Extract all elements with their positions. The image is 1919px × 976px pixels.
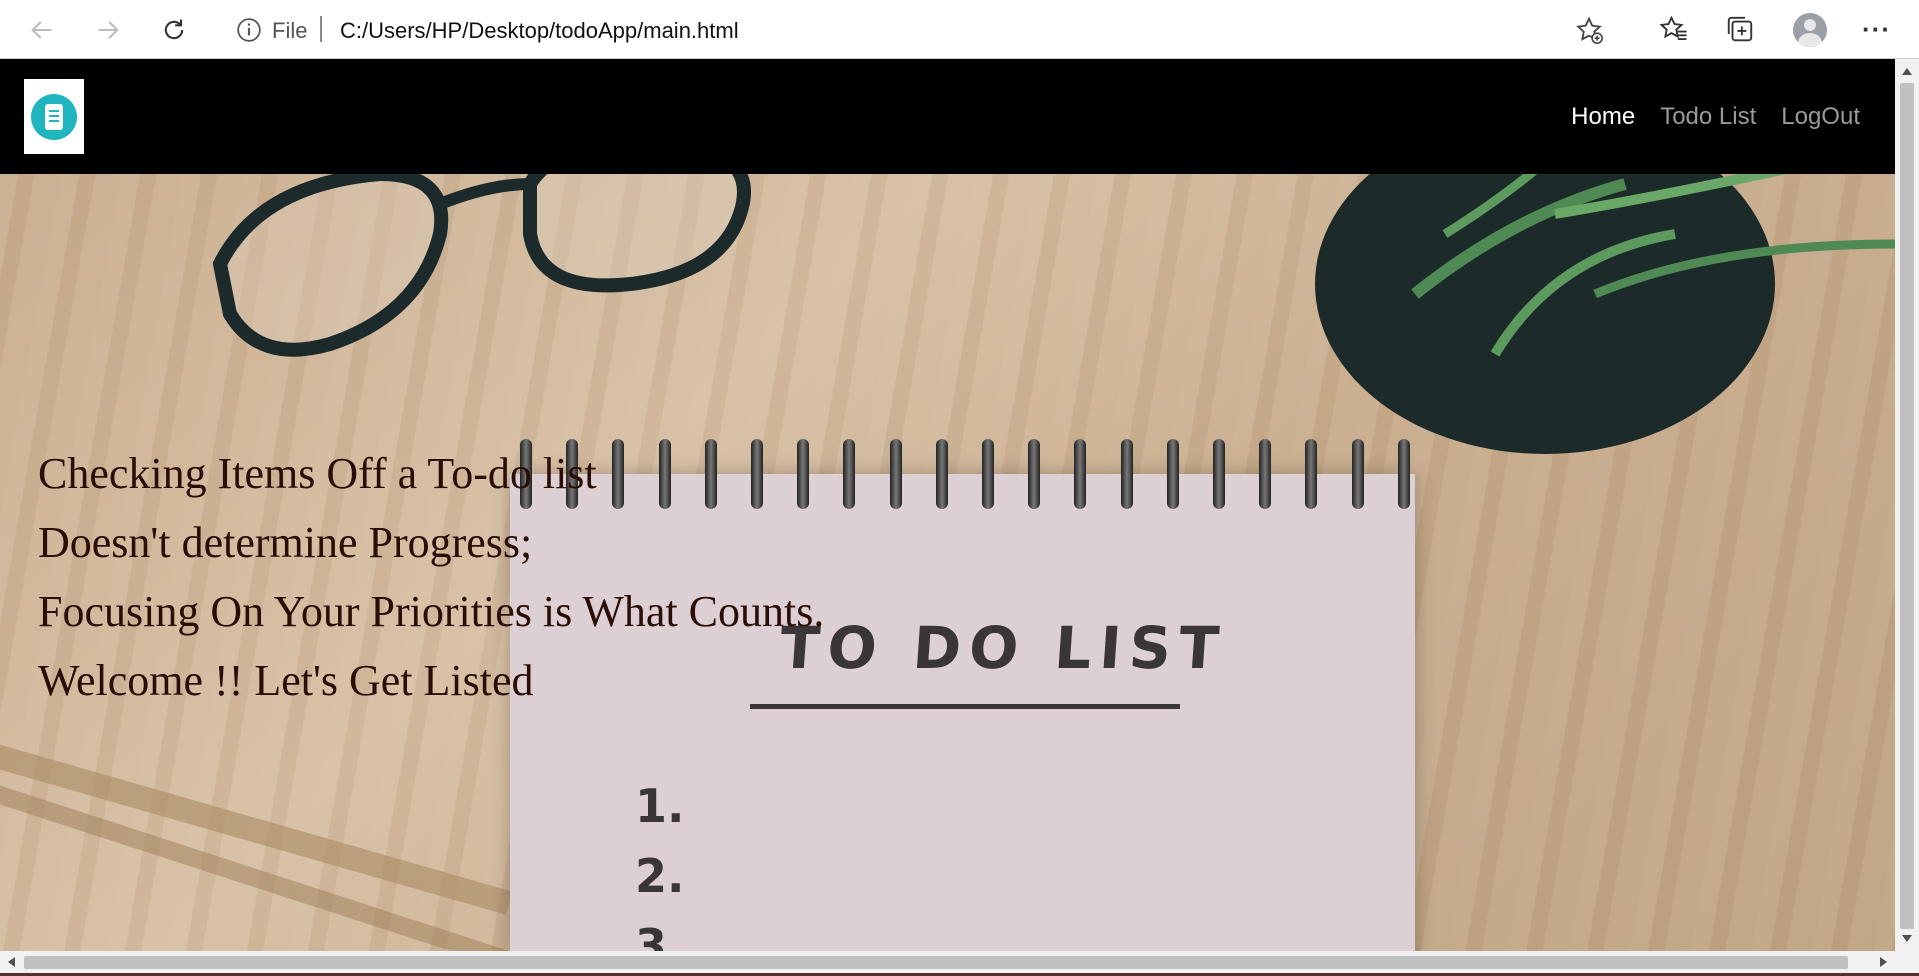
arrow-right-icon [98,21,119,39]
plant-image [1315,174,1895,454]
more-options-icon[interactable]: ··· [1862,14,1891,45]
refresh-icon [164,19,184,40]
notepad-icon [31,93,77,140]
refresh-button[interactable] [154,10,194,50]
horizontal-scrollbar[interactable] [0,951,1895,973]
nav-link-home[interactable]: Home [1571,103,1635,131]
nav-links: Home Todo List LogOut [1571,103,1860,131]
profile-avatar[interactable] [1793,13,1827,47]
hero-quote: Checking Items Off a To-do list Doesn't … [38,439,824,715]
hero-line-2: Doesn't determine Progress; [38,518,533,567]
scrollbar-corner [1895,951,1919,973]
hero-banner: TO DO LIST 1. 2. 3. Checking Items Off a… [0,174,1895,951]
vertical-scroll-thumb[interactable] [1900,83,1914,929]
forward-button[interactable] [88,10,128,50]
scroll-left-arrow-icon[interactable] [8,957,15,967]
scroll-right-arrow-icon[interactable] [1880,957,1887,967]
favorites-button[interactable] [1657,12,1691,46]
favorites-star-icon [1659,15,1687,40]
back-button[interactable] [22,10,62,50]
url-text[interactable]: C:/Users/HP/Desktop/todoApp/main.html [340,18,739,44]
address-prefix: File [272,18,308,43]
collections-button[interactable] [1723,12,1757,46]
arrow-left-icon [31,21,52,39]
notebook-item-2: 2. [635,849,685,903]
hero-welcome: Welcome !! Let's Get Listed [38,656,534,705]
hero-line-1: Checking Items Off a To-do list [38,449,597,498]
nav-link-logout[interactable]: LogOut [1781,103,1860,131]
info-icon[interactable] [236,17,262,43]
scroll-up-arrow-icon[interactable] [1902,68,1912,75]
notebook-item-1: 1. [635,779,685,833]
app-logo[interactable] [24,79,84,154]
notebook-title: TO DO LIST [777,614,1229,682]
scroll-down-arrow-icon[interactable] [1902,935,1912,942]
add-favorite-icon[interactable] [1574,15,1604,45]
vertical-scrollbar[interactable] [1895,59,1919,951]
horizontal-scroll-thumb[interactable] [24,956,1848,969]
collections-icon [1727,16,1753,42]
notebook-item-3: 3. [635,919,685,951]
address-divider [320,16,322,42]
browser-toolbar: File C:/Users/HP/Desktop/todoApp/main.ht… [0,0,1919,59]
glasses-image [212,174,751,357]
site-navbar: Home Todo List LogOut [0,59,1895,174]
hero-line-3: Focusing On Your Priorities is What Coun… [38,587,825,636]
nav-link-todo-list[interactable]: Todo List [1660,103,1756,131]
page-viewport: Home Todo List LogOut TO DO LIST 1. 2. 3… [0,59,1895,951]
address-bar[interactable]: File C:/Users/HP/Desktop/todoApp/main.ht… [216,6,1618,52]
